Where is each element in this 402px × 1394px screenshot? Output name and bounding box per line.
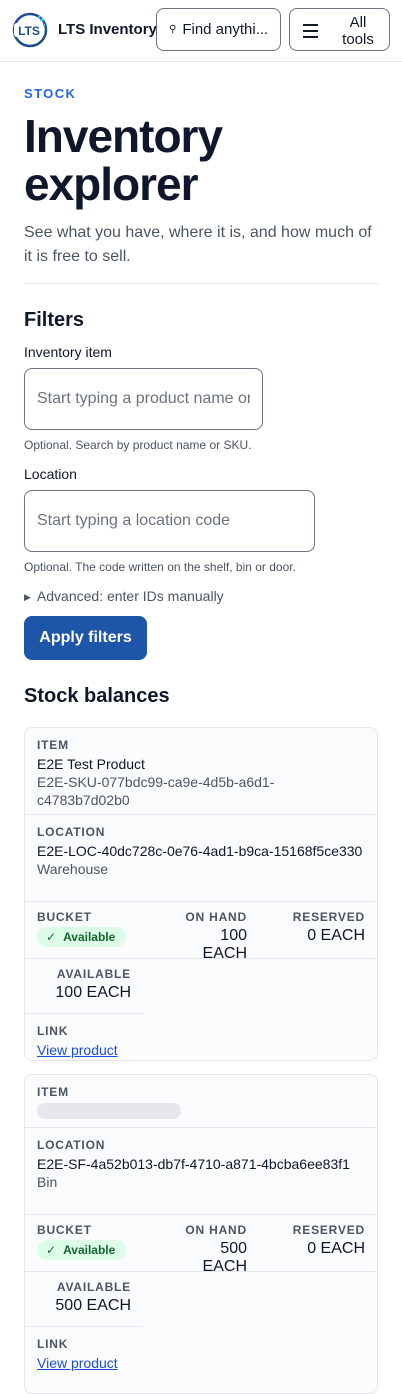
filters-heading: Filters bbox=[24, 309, 85, 331]
inventory-item-label: Inventory item bbox=[24, 344, 112, 360]
location-section: LOCATION E2E-SF-4a52b013-db7f-4710-a871-… bbox=[25, 1128, 377, 1215]
available-cell: AVAILABLE 500 EACH bbox=[55, 1280, 131, 1315]
svg-text:LTS: LTS bbox=[18, 24, 40, 38]
bucket-cell: BUCKET ✓ Available bbox=[37, 1223, 127, 1260]
reserved-caption: RESERVED bbox=[292, 910, 365, 924]
bucket-caption: BUCKET bbox=[37, 1223, 92, 1237]
link-section: LINK View product bbox=[25, 1327, 377, 1379]
on-hand-cell: ON HAND 500 EACH bbox=[172, 1223, 247, 1276]
view-product-link[interactable]: View product bbox=[37, 1042, 118, 1058]
section-eyebrow: STOCK bbox=[24, 86, 77, 101]
all-tools-label: All tools bbox=[342, 14, 374, 48]
location-code: E2E-SF-4a52b013-db7f-4710-a871-4bcba6ee8… bbox=[37, 1156, 350, 1172]
inventory-item-hint: Optional. Search by product name or SKU. bbox=[24, 438, 252, 452]
global-search-button[interactable]: ⚲ Find anythi... bbox=[156, 8, 281, 51]
available-value: 100 EACH bbox=[55, 984, 131, 1001]
on-hand-caption: ON HAND bbox=[185, 910, 247, 924]
disclosure-triangle-icon: ▶ bbox=[24, 592, 31, 602]
bucket-cell: BUCKET ✓ Available bbox=[37, 910, 127, 947]
location-caption: LOCATION bbox=[37, 1138, 106, 1152]
on-hand-caption: ON HAND bbox=[185, 1223, 247, 1237]
reserved-cell: RESERVED 0 EACH bbox=[293, 910, 365, 945]
link-section: LINK View product bbox=[25, 1014, 377, 1060]
available-section: AVAILABLE 500 EACH bbox=[25, 1272, 143, 1327]
available-caption: AVAILABLE bbox=[56, 1280, 131, 1294]
reserved-caption: RESERVED bbox=[292, 1223, 365, 1237]
item-name: E2E Test Product bbox=[37, 756, 145, 772]
item-sku: E2E-SKU-077bdc99-ca9e-4d5b-a6d1-c4783b7d… bbox=[37, 774, 275, 808]
available-cell: AVAILABLE 100 EACH bbox=[55, 967, 131, 1002]
location-code: E2E-LOC-40dc728c-0e76-4ad1-b9ca-15168f5c… bbox=[37, 843, 363, 859]
available-caption: AVAILABLE bbox=[56, 967, 131, 981]
apply-filters-button[interactable]: Apply filters bbox=[24, 616, 147, 660]
status-badge: ✓ Available bbox=[37, 1240, 127, 1260]
location-hint: Optional. The code written on the shelf,… bbox=[24, 560, 296, 574]
check-icon: ✓ bbox=[46, 930, 57, 944]
stock-balance-card: ITEM E2E Test Product E2E-SKU-077bdc99-c… bbox=[24, 727, 378, 1061]
location-section: LOCATION E2E-LOC-40dc728c-0e76-4ad1-b9ca… bbox=[25, 815, 377, 902]
bucket-caption: BUCKET bbox=[37, 910, 92, 924]
check-icon: ✓ bbox=[46, 1243, 57, 1257]
item-section: ITEM E2E Test Product E2E-SKU-077bdc99-c… bbox=[25, 728, 377, 815]
available-section: AVAILABLE 100 EACH bbox=[25, 959, 143, 1014]
brand-name[interactable]: LTS Inventory bbox=[58, 21, 157, 38]
page-description: See what you have, where it is, and how … bbox=[24, 224, 372, 265]
on-hand-cell: ON HAND 100 EACH bbox=[172, 910, 247, 963]
status-badge-label: Available bbox=[63, 1243, 116, 1257]
location-caption: LOCATION bbox=[37, 825, 106, 839]
reserved-value: 0 EACH bbox=[307, 1240, 365, 1257]
inventory-item-input[interactable] bbox=[24, 368, 263, 430]
location-type: Bin bbox=[37, 1174, 58, 1190]
available-value: 500 EACH bbox=[55, 1297, 131, 1314]
advanced-toggle[interactable]: ▶ Advanced: enter IDs manually bbox=[24, 588, 224, 604]
all-tools-button[interactable]: All tools bbox=[289, 8, 390, 51]
item-section: ITEM bbox=[25, 1075, 377, 1128]
search-icon: ⚲ bbox=[169, 24, 177, 35]
loading-placeholder bbox=[37, 1103, 181, 1119]
quantities-row: BUCKET ✓ Available ON HAND 100 EACH RESER… bbox=[25, 902, 377, 962]
top-bar: LTS LTS Inventory ⚲ Find anythi... All t… bbox=[0, 0, 402, 62]
reserved-cell: RESERVED 0 EACH bbox=[293, 1223, 365, 1258]
status-badge: ✓ Available bbox=[37, 927, 127, 947]
advanced-toggle-label: Advanced: enter IDs manually bbox=[36, 588, 224, 604]
quantities-row: BUCKET ✓ Available ON HAND 500 EACH RESER… bbox=[25, 1215, 377, 1275]
item-caption: ITEM bbox=[37, 1085, 69, 1099]
lts-logo[interactable]: LTS bbox=[12, 12, 48, 48]
on-hand-value: 500 EACH bbox=[202, 1240, 247, 1275]
view-product-link[interactable]: View product bbox=[37, 1355, 118, 1371]
page-title: Inventory explorer bbox=[24, 110, 223, 210]
status-badge-label: Available bbox=[63, 930, 116, 944]
item-caption: ITEM bbox=[37, 738, 69, 752]
stock-balance-card: ITEM LOCATION E2E-SF-4a52b013-db7f-4710-… bbox=[24, 1074, 378, 1394]
location-label: Location bbox=[24, 466, 77, 482]
menu-icon bbox=[303, 24, 318, 38]
location-type: Warehouse bbox=[37, 861, 109, 877]
link-caption: LINK bbox=[37, 1337, 69, 1351]
reserved-value: 0 EACH bbox=[307, 927, 365, 944]
on-hand-value: 100 EACH bbox=[202, 927, 247, 962]
link-caption: LINK bbox=[37, 1024, 69, 1038]
search-button-label: Find anythi... bbox=[182, 21, 269, 38]
stock-balances-heading: Stock balances bbox=[24, 685, 170, 707]
location-input[interactable] bbox=[24, 490, 315, 552]
divider bbox=[24, 283, 378, 284]
